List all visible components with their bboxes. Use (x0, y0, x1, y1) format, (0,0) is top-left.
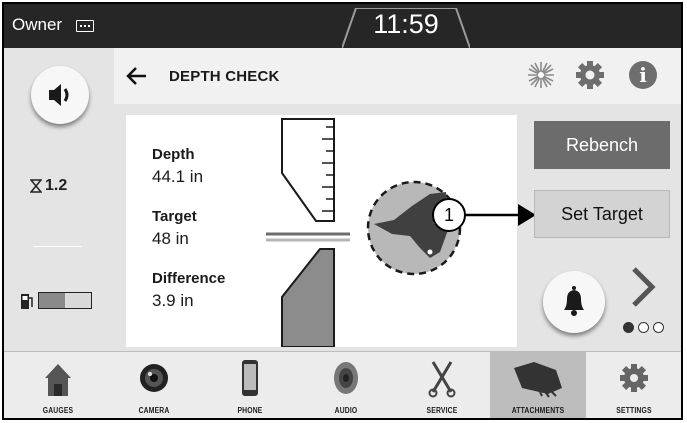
nav-audio[interactable]: AUDIO (298, 352, 394, 418)
fuel-gauge (38, 292, 92, 309)
nav-label: CAMERA (138, 406, 170, 415)
next-page-chevron-icon[interactable] (628, 265, 658, 309)
page-header: DEPTH CHECK i (114, 48, 681, 104)
user-name[interactable]: Owner (12, 15, 62, 35)
difference-value: 3.9 in (152, 291, 194, 310)
bucket-icon (514, 362, 562, 398)
nav-gauges[interactable]: GAUGES (10, 352, 106, 418)
fuel-pump-icon (21, 294, 33, 309)
display-screen: Owner 11:59 1.2 DEPTH CHECK i Depth 44.1… (2, 2, 683, 420)
settings-gear-icon (620, 364, 648, 392)
depth-gauge-graphic (266, 118, 350, 347)
phone-icon (242, 360, 258, 396)
clock: 11:59 (373, 9, 439, 39)
hourglass-icon (30, 179, 42, 193)
speaker-volume-icon (49, 84, 69, 106)
bell-icon (564, 286, 584, 316)
nav-label: GAUGES (42, 406, 74, 415)
nav-attachments[interactable]: ATTACHMENTS (490, 352, 586, 418)
set-target-button[interactable]: Set Target (534, 190, 670, 238)
nav-label: AUDIO (334, 406, 358, 415)
nav-label: SERVICE (426, 406, 458, 415)
gear-icon[interactable] (575, 60, 605, 90)
engine-hours: 1.2 (45, 177, 68, 194)
nav-settings[interactable]: SETTINGS (586, 352, 681, 418)
house-icon (45, 364, 71, 396)
back-arrow-icon[interactable] (126, 65, 148, 87)
bottom-nav: GAUGES CAMERA PHONE AUDIO SERVICE ATTACH… (4, 351, 681, 418)
page-dot[interactable] (638, 322, 649, 333)
depth-check-panel: Depth 44.1 in Target 48 in Difference 3.… (126, 115, 517, 347)
nav-label: ATTACHMENTS (511, 406, 565, 415)
nav-label: PHONE (237, 406, 263, 415)
nav-label: SETTINGS (616, 406, 652, 415)
divider (34, 246, 82, 247)
alerts-button[interactable] (543, 271, 605, 333)
nav-phone[interactable]: PHONE (202, 352, 298, 418)
page-dot[interactable] (653, 322, 664, 333)
callout-number: 1 (432, 198, 466, 232)
target-value: 48 in (152, 229, 189, 248)
speaker-icon (334, 362, 358, 394)
nav-service[interactable]: SERVICE (394, 352, 490, 418)
wrench-icon (428, 361, 456, 398)
difference-label: Difference (152, 270, 226, 287)
fuel-level-fill (39, 293, 65, 308)
left-rail: 1.2 (4, 48, 114, 350)
user-menu-icon[interactable] (76, 20, 94, 32)
page-dot[interactable] (623, 322, 634, 333)
target-label: Target (152, 208, 197, 225)
status-bar: Owner 11:59 (4, 4, 681, 48)
callout-arrow (464, 204, 536, 226)
depth-label: Depth (152, 146, 195, 163)
volume-button[interactable] (31, 66, 89, 124)
camera-icon (140, 364, 168, 392)
rebench-button[interactable]: Rebench (534, 121, 670, 169)
page-title: DEPTH CHECK (169, 68, 280, 85)
info-icon[interactable]: i (629, 61, 657, 89)
nav-camera[interactable]: CAMERA (106, 352, 202, 418)
work-light-icon[interactable] (526, 60, 556, 90)
depth-value: 44.1 in (152, 167, 204, 186)
